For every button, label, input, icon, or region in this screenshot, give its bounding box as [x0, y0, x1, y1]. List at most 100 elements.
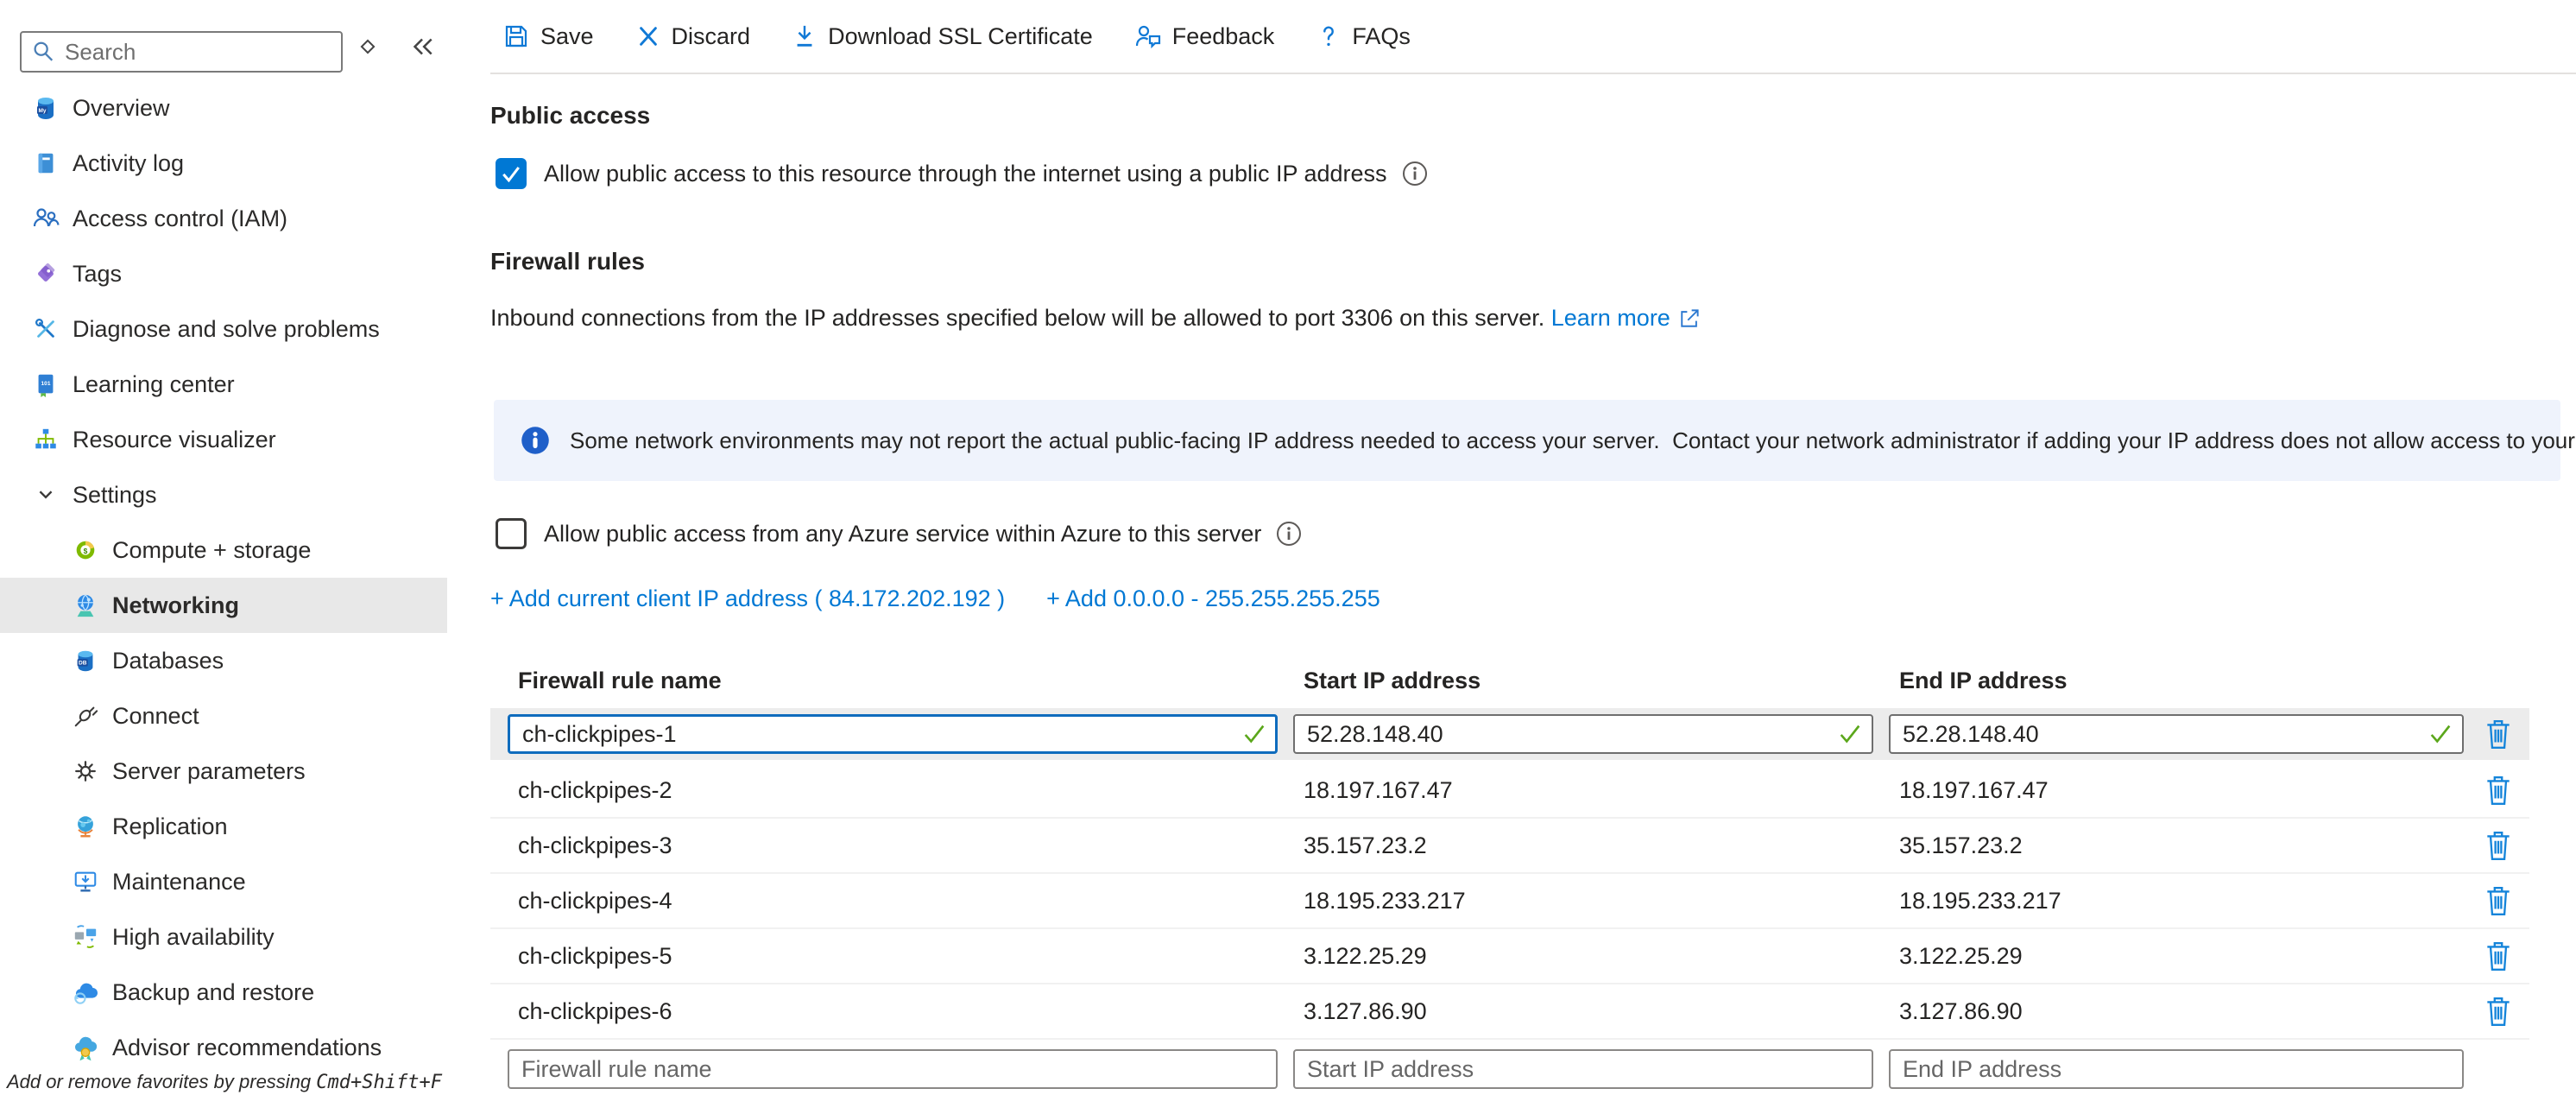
sidebar-item-activity-log[interactable]: Activity log: [0, 136, 447, 191]
checkmark-icon: [499, 161, 523, 186]
sidebar-item-resource-visualizer[interactable]: Resource visualizer: [0, 412, 447, 467]
column-header-start-ip: Start IP address: [1293, 668, 1889, 694]
svg-text:DB: DB: [79, 661, 87, 667]
add-client-ip-link[interactable]: + Add current client IP address ( 84.172…: [490, 585, 1005, 612]
add-all-ips-link[interactable]: + Add 0.0.0.0 - 255.255.255.255: [1046, 585, 1380, 612]
column-header-name: Firewall rule name: [508, 668, 1293, 694]
sidebar-item-label: Diagnose and solve problems: [73, 316, 380, 343]
azure-services-checkbox-label: Allow public access from any Azure servi…: [544, 521, 1261, 548]
sidebar-item-overview[interactable]: My Overview: [0, 80, 447, 136]
delete-rule-button[interactable]: [2479, 936, 2517, 976]
start-ip-input[interactable]: [1293, 714, 1873, 754]
sidebar-item-label: Tags: [73, 261, 122, 288]
manage-view-diamond-icon[interactable]: [345, 24, 390, 69]
end-ip-input[interactable]: [1889, 714, 2464, 754]
sidebar-item-tags[interactable]: Tags: [0, 246, 447, 301]
table-row: ch-clickpipes-3 35.157.23.2 35.157.23.2: [490, 819, 2529, 874]
azure-services-checkbox[interactable]: [496, 518, 527, 549]
favorites-note: Add or remove favorites by pressing Cmd+…: [7, 1071, 442, 1093]
sidebar-item-backup-restore[interactable]: Backup and restore: [0, 965, 447, 1020]
toolbar-divider: [490, 73, 2576, 74]
save-label: Save: [540, 23, 594, 50]
sidebar-item-maintenance[interactable]: Maintenance: [0, 854, 447, 909]
sidebar-item-label: Connect: [112, 703, 199, 730]
advisor-medal-icon: [71, 1033, 100, 1062]
sidebar-item-replication[interactable]: Replication: [0, 799, 447, 854]
people-iam-icon: [31, 204, 60, 233]
trash-icon: [2484, 829, 2513, 862]
sidebar-item-label: Advisor recommendations: [112, 1035, 382, 1061]
rule-end-ip: 18.197.167.47: [1889, 777, 2479, 804]
rule-name-input[interactable]: [508, 714, 1278, 754]
info-banner-text: Some network environments may not report…: [570, 427, 2576, 454]
rule-name: ch-clickpipes-3: [508, 832, 1293, 859]
new-start-ip-wrap: [1293, 1049, 1873, 1089]
firewall-description: Inbound connections from the IP addresse…: [490, 305, 1702, 332]
rule-name: ch-clickpipes-2: [508, 777, 1293, 804]
main-content: Save Discard Download SSL Certificate Fe…: [490, 0, 2576, 1095]
delete-rule-button[interactable]: [2479, 826, 2517, 865]
download-ssl-button[interactable]: Download SSL Certificate: [792, 23, 1093, 50]
sidebar-item-high-availability[interactable]: High availability: [0, 909, 447, 965]
collapse-sidebar-icon[interactable]: [399, 24, 444, 69]
table-header-row: Firewall rule name Start IP address End …: [490, 661, 2529, 699]
learn-more-link[interactable]: Learn more: [1551, 305, 1670, 332]
sidebar-item-label: Access control (IAM): [73, 206, 287, 232]
new-start-ip-input[interactable]: [1293, 1049, 1873, 1089]
discard-button[interactable]: Discard: [635, 23, 751, 50]
delete-rule-button[interactable]: [2479, 770, 2517, 810]
sidebar-item-connect[interactable]: Connect: [0, 688, 447, 744]
table-row: ch-clickpipes-6 3.127.86.90 3.127.86.90: [490, 984, 2529, 1040]
delete-rule-button[interactable]: [2479, 991, 2517, 1031]
maintenance-monitor-icon: [71, 867, 100, 896]
backup-cloud-icon: [71, 978, 100, 1007]
download-icon: [792, 23, 818, 49]
rule-end-ip: 35.157.23.2: [1889, 832, 2479, 859]
svg-text:My: My: [38, 108, 46, 114]
compute-storage-icon: $: [71, 535, 100, 565]
info-banner: Some network environments may not report…: [494, 400, 2560, 481]
delete-rule-button[interactable]: [2479, 714, 2517, 754]
delete-rule-button[interactable]: [2479, 881, 2517, 921]
faqs-button[interactable]: FAQs: [1316, 23, 1411, 50]
info-icon[interactable]: [1275, 520, 1303, 548]
sidebar-item-label: Overview: [73, 95, 170, 122]
sidebar-item-learning-center[interactable]: 101 Learning center: [0, 357, 447, 412]
public-access-checkbox-row: Allow public access to this resource thr…: [496, 154, 1429, 193]
chevron-down-icon: [31, 480, 60, 510]
rule-start-ip: 35.157.23.2: [1293, 832, 1889, 859]
save-button[interactable]: Save: [502, 22, 594, 50]
gear-icon: [71, 756, 100, 786]
sidebar-search-row: [0, 0, 470, 82]
feedback-label: Feedback: [1172, 23, 1275, 50]
info-icon[interactable]: [1401, 160, 1429, 187]
trash-icon: [2484, 774, 2513, 807]
wrench-screwdriver-icon: [31, 314, 60, 344]
new-rule-name-input[interactable]: [508, 1049, 1278, 1089]
new-end-ip-input[interactable]: [1889, 1049, 2464, 1089]
sidebar-item-server-parameters[interactable]: Server parameters: [0, 744, 447, 799]
discard-label: Discard: [672, 23, 751, 50]
sidebar: My Overview Activity log Access control …: [0, 0, 470, 1095]
sidebar-item-advisor[interactable]: Advisor recommendations: [0, 1020, 447, 1075]
sidebar-item-databases[interactable]: DB Databases: [0, 633, 447, 688]
sidebar-item-networking[interactable]: Networking: [0, 578, 447, 633]
rule-name: ch-clickpipes-5: [508, 943, 1293, 970]
discard-x-icon: [635, 23, 661, 49]
sidebar-item-settings[interactable]: Settings: [0, 467, 447, 522]
firewall-rules-heading: Firewall rules: [490, 248, 645, 275]
save-icon: [502, 22, 530, 50]
public-access-checkbox[interactable]: [496, 158, 527, 189]
column-header-end-ip: End IP address: [1889, 668, 2479, 694]
sidebar-nav: My Overview Activity log Access control …: [0, 80, 447, 1075]
search-icon: [30, 39, 56, 65]
search-input[interactable]: [65, 39, 324, 66]
activity-log-icon: [31, 149, 60, 178]
feedback-button[interactable]: Feedback: [1134, 22, 1275, 50]
sidebar-item-diagnose[interactable]: Diagnose and solve problems: [0, 301, 447, 357]
sidebar-item-compute-storage[interactable]: $ Compute + storage: [0, 522, 447, 578]
sidebar-item-access-control[interactable]: Access control (IAM): [0, 191, 447, 246]
sidebar-item-label: Activity log: [73, 150, 184, 177]
database-icon: DB: [71, 646, 100, 675]
add-ip-links: + Add current client IP address ( 84.172…: [490, 585, 1380, 612]
